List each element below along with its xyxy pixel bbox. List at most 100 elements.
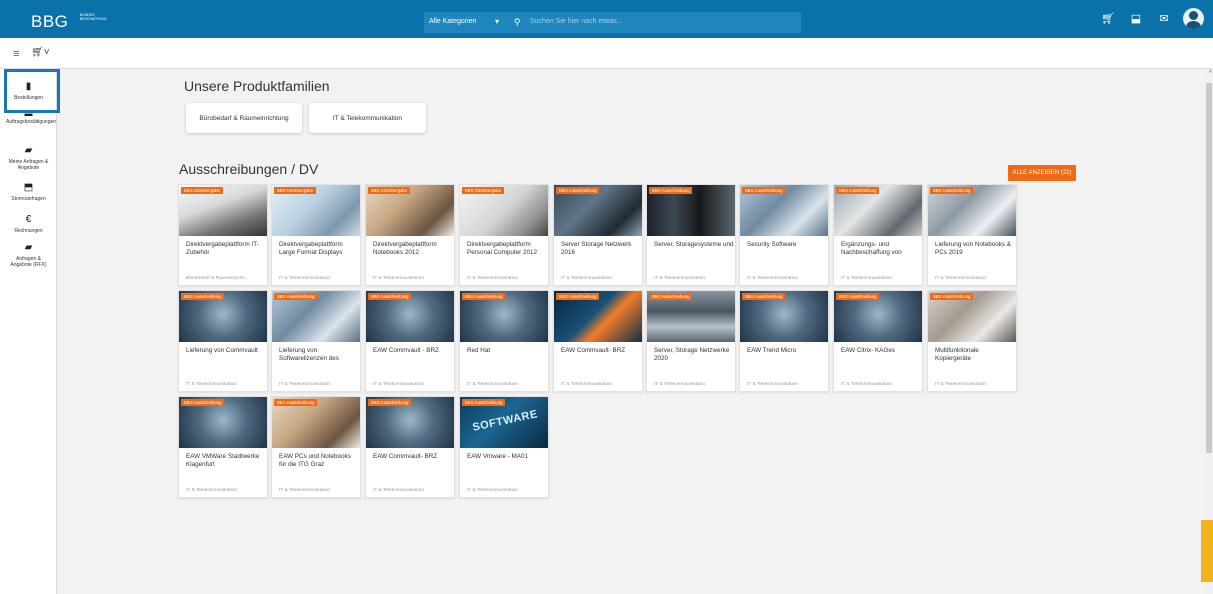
tender-card[interactable]: BBG Ausschreibung Server, Storage Netzwe… xyxy=(646,290,736,392)
scroll-up-icon[interactable]: ^ xyxy=(1209,70,1212,77)
card-category: IT & Telekommunikation xyxy=(373,276,425,281)
tender-card[interactable]: BBG Ausschreibung EAW Citrix- KAGes IT &… xyxy=(833,290,923,392)
card-category: IT & Telekommunikation xyxy=(467,276,519,281)
avatar[interactable] xyxy=(1183,8,1204,29)
menu-icon[interactable]: ≡ xyxy=(13,48,19,60)
sidebar-item-stornoanfragen[interactable]: ⬒ Stornoanfragen xyxy=(0,182,57,202)
card-category: IT & Telekommunikation xyxy=(841,382,893,387)
card-title: Multifunktionale Kopiergeräte xyxy=(935,347,979,362)
card-category: IT & Telekommunikation xyxy=(467,488,519,493)
side-navigation: ▮ Bestellungen ▬ Auftragsbestätigungen ▰… xyxy=(0,69,60,594)
card-badge: BBG Ausschreibung xyxy=(368,399,412,406)
tender-card[interactable]: BBG Ausschreibung Red Hat IT & Telekommu… xyxy=(459,290,549,392)
card-category: IT & Telekommunikation xyxy=(373,382,425,387)
card-badge: BBG Ausschreibung xyxy=(742,187,786,194)
search-input[interactable]: ⚲ Suchen Sie hier nach etwas... xyxy=(505,12,801,33)
card-image: BBG Ausschreibung xyxy=(740,291,828,342)
tender-card[interactable]: BBG Ausschreibung EAW PCs und Notebooks … xyxy=(271,396,361,498)
tender-card[interactable]: BBG Ausschreibung Lieferung von Notebook… xyxy=(927,184,1017,286)
card-title: Server, Storage Netzwerke 2020 xyxy=(654,347,730,362)
tender-card[interactable]: BBG Ausschreibung EAW Trend Micro IT & T… xyxy=(739,290,829,392)
tender-card[interactable]: BBG Ausschreibung Server Storage Netzwer… xyxy=(553,184,643,286)
card-badge: BBG Direktvergabe xyxy=(181,187,224,194)
cart-icon[interactable]: 🛒︎ xyxy=(1099,10,1117,28)
card-badge: BBG Direktvergabe xyxy=(274,187,317,194)
tender-card[interactable]: BBG Ausschreibung Ergänzungs- und Nachbe… xyxy=(833,184,923,286)
show-all-button[interactable]: ALLE ANZEIGEN (22) xyxy=(1008,165,1076,181)
scroll-thumb[interactable] xyxy=(1206,83,1212,453)
card-image: BBG Ausschreibung xyxy=(460,291,548,342)
category-select-label: Alle Kategorien xyxy=(429,18,477,25)
card-category: IT & Telekommunikation xyxy=(747,382,799,387)
card-category: Bürobedarf & Raumeinricht... xyxy=(186,276,248,281)
card-title: EAW Commvault - BRZ xyxy=(373,347,439,354)
sidebar-item-bestellungen[interactable]: ▮ Bestellungen xyxy=(0,81,57,101)
sub-bar: ≡ 🛒︎˅ xyxy=(0,38,1213,69)
tender-card[interactable]: BBG Ausschreibung Lieferung von Software… xyxy=(271,290,361,392)
rfx-icon: ▰ xyxy=(24,242,33,253)
card-title: EAW Commvault- BRZ xyxy=(561,347,626,354)
card-title: Lieferung von Notebooks & PCs 2019 xyxy=(935,241,1011,256)
download-icon[interactable]: ⬓ xyxy=(1127,10,1145,28)
tender-card[interactable]: BBG Ausschreibung Security Software IT &… xyxy=(739,184,829,286)
tender-card[interactable]: BBG Ausschreibung Lieferung von Commvaul… xyxy=(178,290,268,392)
card-badge: BBG Ausschreibung xyxy=(462,399,506,406)
card-title: EAW PCs und Notebooks für die ITG Graz xyxy=(279,453,351,468)
family-button-it[interactable]: IT & Telekommunikation xyxy=(309,103,426,133)
category-select[interactable]: Alle Kategorien ▾ xyxy=(424,12,505,33)
family-button-buerobedarf[interactable]: Bürobedarf & Raumeinrichtung xyxy=(186,103,302,133)
sidebar-item-auftragsbestaetigungen[interactable]: ▬ Auftragsbestätigungen xyxy=(0,110,57,126)
card-image: BBG Ausschreibung xyxy=(647,291,735,342)
tender-card[interactable]: BBG Direktvergabe Direktvergabeplattform… xyxy=(365,184,455,286)
tender-card[interactable]: BBG Direktvergabe Direktvergabeplattform… xyxy=(178,184,268,286)
tender-card[interactable]: BBG Direktvergabe Direktvergabeplattform… xyxy=(459,184,549,286)
tender-card[interactable]: BBG Ausschreibung EAW Commvault - BRZ IT… xyxy=(365,290,455,392)
card-title: EAW Vmware - MA01 xyxy=(467,453,528,460)
tender-card[interactable]: BBG Ausschreibung Server, Storagesysteme… xyxy=(646,184,736,286)
tender-card[interactable]: BBG Ausschreibung EAW Commvault- BRZ IT … xyxy=(365,396,455,498)
mail-icon[interactable]: ✉ xyxy=(1155,10,1173,28)
tender-card[interactable]: BBG Ausschreibung EAW VMWare Stadtwerke … xyxy=(178,396,268,498)
card-title: Direktvergabeplattform Personal Computer… xyxy=(467,241,538,256)
feedback-tab[interactable] xyxy=(1201,520,1213,582)
card-title: Direktvergabeplattform IT-Zubehör xyxy=(186,241,259,256)
card-category: IT & Telekommunikation xyxy=(654,382,706,387)
sidebar-item-rechnungen[interactable]: € Rechnungen xyxy=(0,214,57,234)
card-title: EAW Citrix- KAGes xyxy=(841,347,895,354)
sidebar-item-anfragen[interactable]: ▰ Meine Anfragen & Angebote xyxy=(0,145,57,171)
card-image: BBG Ausschreibung xyxy=(834,185,922,236)
sidebar-item-label: Stornoanfragen xyxy=(11,196,46,202)
card-category: IT & Telekommunikation xyxy=(561,276,613,281)
tender-card[interactable]: BBG Ausschreibung SOFTWARE EAW Vmware - … xyxy=(459,396,549,498)
tender-card[interactable]: BBG Ausschreibung Multifunktionale Kopie… xyxy=(927,290,1017,392)
card-category: IT & Telekommunikation xyxy=(279,382,331,387)
card-image: BBG Direktvergabe xyxy=(366,185,454,236)
card-title: Direktvergabeplattform Large Format Disp… xyxy=(279,241,343,256)
card-badge: BBG Ausschreibung xyxy=(462,293,506,300)
card-badge: BBG Ausschreibung xyxy=(649,293,693,300)
card-image: BBG Ausschreibung xyxy=(647,185,735,236)
card-title: Security Software xyxy=(747,241,797,248)
sidebar-item-label: Meine Anfragen & Angebote xyxy=(8,159,49,171)
card-image: BBG Ausschreibung xyxy=(554,185,642,236)
card-badge: BBG Ausschreibung xyxy=(836,293,880,300)
header-actions: 🛒︎ ⬓ ✉ xyxy=(1099,8,1204,29)
cart-dropdown-icon[interactable]: 🛒︎˅ xyxy=(31,47,50,58)
card-title: Red Hat xyxy=(467,347,491,354)
tender-card[interactable]: BBG Direktvergabe Direktvergabeplattform… xyxy=(271,184,361,286)
card-image: BBG Ausschreibung xyxy=(179,397,267,448)
card-badge: BBG Ausschreibung xyxy=(181,293,225,300)
card-image: BBG Ausschreibung xyxy=(272,397,360,448)
card-image: BBG Ausschreibung xyxy=(740,185,828,236)
sidebar-item-rfx[interactable]: ▰ Anfragen & Angebote (RFX) xyxy=(0,242,57,268)
card-title: EAW Commvault- BRZ xyxy=(373,453,438,460)
card-badge: BBG Direktvergabe xyxy=(462,187,505,194)
card-image: BBG Ausschreibung xyxy=(554,291,642,342)
card-badge: BBG Ausschreibung xyxy=(930,293,974,300)
tender-card[interactable]: BBG Ausschreibung EAW Commvault- BRZ IT … xyxy=(553,290,643,392)
card-image: BBG Ausschreibung xyxy=(928,291,1016,342)
bbg-logo[interactable]: BBG xyxy=(31,12,68,32)
software-image-text: SOFTWARE xyxy=(471,408,539,434)
card-title: Server Storage Netzwerk 2016 xyxy=(561,241,632,256)
card-image: BBG Direktvergabe xyxy=(272,185,360,236)
